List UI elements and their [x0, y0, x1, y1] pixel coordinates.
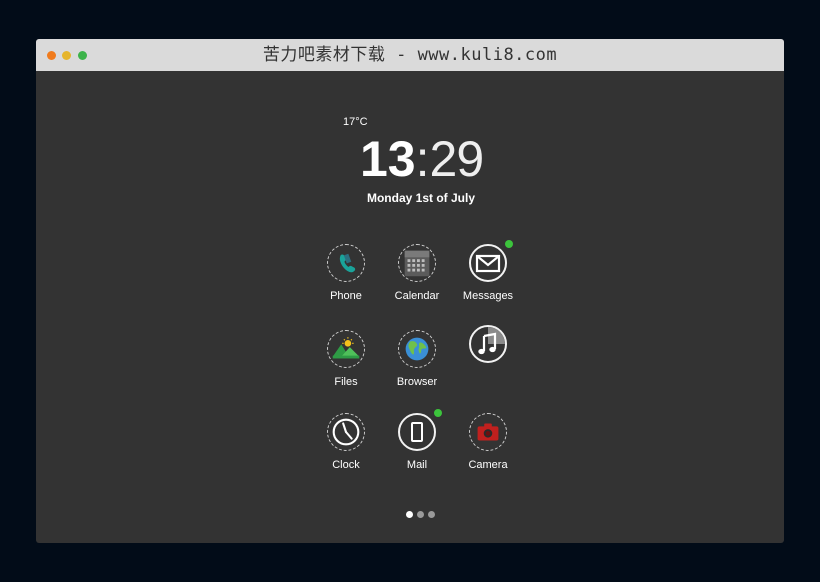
- date-display: Monday 1st of July: [366, 191, 476, 205]
- calendar-icon: [404, 250, 430, 277]
- app-icon-ring: [469, 244, 507, 282]
- title-bar: 苦力吧素材下载 - www.kuli8.com: [36, 39, 784, 71]
- app-icon-ring: [327, 413, 365, 451]
- globe-icon: [405, 337, 429, 361]
- app-icon-ring: [398, 330, 436, 368]
- page-indicator: [406, 511, 436, 519]
- phone-icon: [339, 253, 356, 273]
- app-label: Camera: [468, 459, 508, 471]
- app-label: Messages: [462, 290, 514, 302]
- app-icon-ring: [398, 244, 436, 282]
- notification-badge: [505, 240, 513, 248]
- landscape-icon: [332, 337, 360, 359]
- clock-icon: [332, 418, 360, 446]
- app-icon-ring: [469, 325, 507, 363]
- app-icon-ring: [327, 330, 365, 368]
- weather-temperature: 17°C: [343, 116, 368, 128]
- app-camera[interactable]: Camera: [443, 413, 533, 493]
- page-dot[interactable]: [417, 511, 424, 518]
- window-title: 苦力吧素材下载 - www.kuli8.com: [262, 45, 558, 65]
- time-hours: 13: [360, 131, 416, 187]
- app-icon-ring: [469, 413, 507, 451]
- time-minutes: 29: [429, 131, 485, 187]
- app-messages[interactable]: Messages: [443, 240, 533, 324]
- page-dot-active[interactable]: [406, 511, 413, 518]
- app-window: 苦力吧素材下载 - www.kuli8.com 17°C 13:29 Monda…: [36, 39, 784, 543]
- app-icon-ring: [398, 413, 436, 451]
- app-music[interactable]: [443, 325, 533, 405]
- music-note-icon: [478, 327, 505, 355]
- camera-icon: [477, 423, 499, 441]
- time-separator: :: [415, 131, 430, 187]
- notification-badge: [434, 409, 442, 417]
- time-display: 13:29: [360, 131, 485, 187]
- phone-home-screen: 17°C 13:29 Monday 1st of July Phone Cale…: [36, 71, 784, 543]
- envelope-icon: [475, 254, 501, 273]
- mobile-device-icon: [411, 422, 423, 442]
- page-dot[interactable]: [428, 511, 435, 518]
- app-icon-ring: [327, 244, 365, 282]
